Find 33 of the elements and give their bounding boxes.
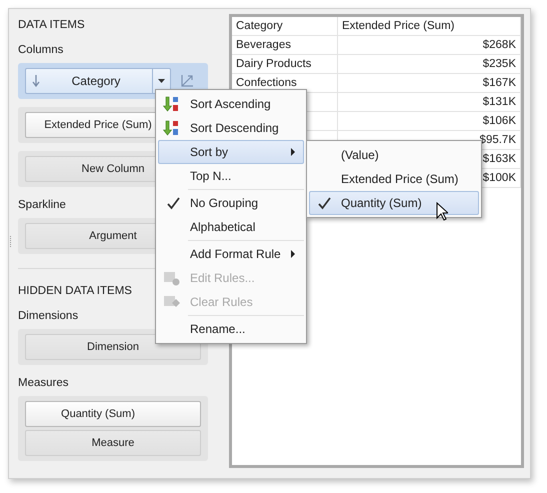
- item-group[interactable]: Category: [18, 63, 208, 99]
- table-cell: $106K: [338, 112, 521, 130]
- menu-item[interactable]: Sort by: [158, 140, 304, 164]
- data-item-button[interactable]: Category: [25, 68, 171, 94]
- placeholder-button[interactable]: Measure: [25, 430, 201, 456]
- table-cell: Beverages: [232, 36, 338, 54]
- check-icon: [318, 197, 331, 210]
- column-header[interactable]: Extended Price (Sum): [338, 17, 521, 35]
- check-icon: [167, 197, 180, 210]
- menu-item[interactable]: Quantity (Sum): [309, 191, 479, 215]
- placeholder-button[interactable]: Dimension: [25, 334, 201, 360]
- menu-item[interactable]: No Grouping: [158, 191, 304, 215]
- data-item-button[interactable]: Quantity (Sum): [25, 401, 201, 427]
- item-group[interactable]: Quantity (Sum) Measure: [18, 396, 208, 461]
- section-label: Columns: [18, 43, 64, 58]
- sort-descending-icon: [163, 120, 179, 136]
- table-cell: $167K: [338, 74, 521, 92]
- panel-title: HIDDEN DATA ITEMS: [18, 284, 132, 299]
- section-label: Sparkline: [18, 198, 66, 213]
- caret-icon: [158, 79, 165, 83]
- table-gear-icon: [163, 270, 180, 286]
- section-label: Measures: [18, 376, 68, 391]
- table-cell: Dairy Products: [232, 55, 338, 73]
- sort-ascending-icon: [163, 96, 179, 112]
- table-cell: $131K: [338, 93, 521, 111]
- sort-arrow-icon: [32, 75, 40, 87]
- section-label: Dimensions: [18, 309, 78, 324]
- panel-title: DATA ITEMS: [18, 18, 85, 33]
- table-eraser-icon: [163, 294, 180, 310]
- table-cell: $268K: [338, 36, 521, 54]
- transpose-icon[interactable]: [180, 74, 194, 88]
- column-header[interactable]: Category: [232, 17, 338, 35]
- table-cell: $235K: [338, 55, 521, 73]
